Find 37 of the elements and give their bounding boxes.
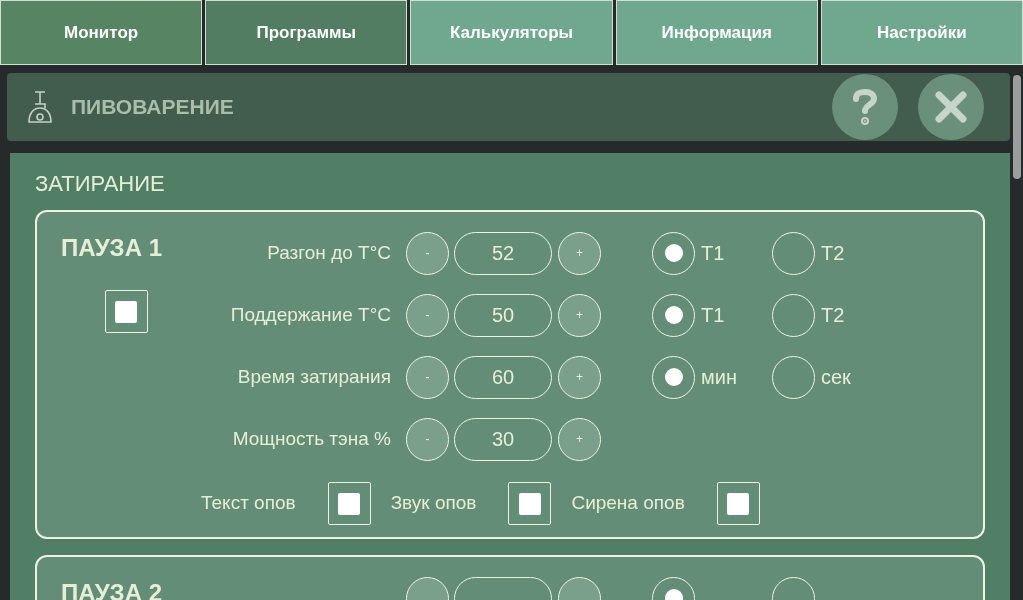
close-icon xyxy=(934,90,968,124)
alert-label: Сирена опов xyxy=(571,491,685,516)
plus-button[interactable]: + xyxy=(558,231,601,275)
radio-label: Т1 xyxy=(701,303,725,328)
pause-title: ПАУЗА 1 xyxy=(61,233,162,263)
minus-button[interactable]: - xyxy=(406,355,449,399)
section-title: ЗАТИРАНИЕ xyxy=(35,170,166,198)
radio-label: Т2 xyxy=(821,241,845,266)
radio-label: Т2 xyxy=(821,303,845,328)
radio-label: мин xyxy=(701,365,737,390)
checkbox[interactable] xyxy=(104,290,148,333)
radio-label: Т1 xyxy=(701,241,725,266)
kettle-icon xyxy=(25,90,55,124)
plus-button[interactable]: + xyxy=(558,417,601,461)
field-label: Разгон до Т°С xyxy=(267,240,391,265)
alert-label: Текст опов xyxy=(201,491,296,516)
page-title: ПИВОВАРЕНИЕ xyxy=(71,94,234,121)
field-label: Поддержание Т°С xyxy=(230,302,391,327)
minus-button[interactable]: - xyxy=(406,231,449,275)
nav-tab[interactable]: Монитор xyxy=(0,0,203,65)
field-label: Мощность тэна % xyxy=(232,426,391,451)
plus-button[interactable]: + xyxy=(558,355,601,399)
plus-button[interactable]: + xyxy=(558,293,601,337)
nav-tab[interactable]: Настройки xyxy=(820,0,1023,65)
checkbox[interactable] xyxy=(508,482,552,525)
minus-button[interactable]: - xyxy=(406,417,449,461)
nav-tab[interactable]: Программы xyxy=(205,0,408,65)
checkbox[interactable] xyxy=(327,482,371,525)
alert-label: Звук опов xyxy=(390,491,477,516)
help-icon xyxy=(852,89,878,125)
nav-tab[interactable]: Информация xyxy=(615,0,818,65)
scrollbar-thumb[interactable] xyxy=(1012,75,1021,179)
nav-tab[interactable]: Калькуляторы xyxy=(410,0,613,65)
minus-button[interactable]: - xyxy=(406,293,449,337)
checkbox[interactable] xyxy=(716,482,760,525)
radio-label: сек xyxy=(821,365,851,390)
field-label: Время затирания xyxy=(237,364,391,389)
